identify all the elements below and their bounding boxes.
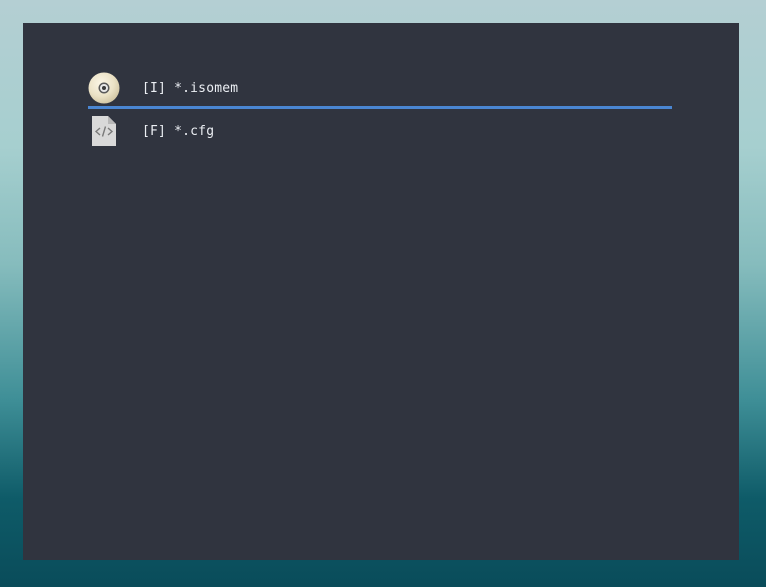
entry-label: [F] *.cfg bbox=[142, 123, 215, 139]
code-file-icon bbox=[88, 115, 120, 147]
list-item-isomem[interactable]: [I] *.isomem bbox=[88, 70, 672, 109]
disc-icon bbox=[88, 72, 120, 104]
entry-label: [I] *.isomem bbox=[142, 80, 239, 96]
launcher-window: [I] *.isomem [F] *.cfg bbox=[23, 23, 739, 560]
list-item-cfg[interactable]: [F] *.cfg bbox=[88, 113, 672, 149]
